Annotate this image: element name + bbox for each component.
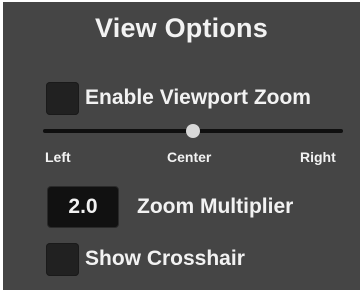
slider-label-right: Right xyxy=(300,149,336,165)
position-slider-thumb[interactable] xyxy=(186,124,200,138)
position-slider[interactable] xyxy=(43,124,343,138)
zoom-multiplier-label: Zoom Multiplier xyxy=(137,195,294,218)
panel-title: View Options xyxy=(95,13,268,43)
slider-label-center: Center xyxy=(167,149,212,165)
zoom-multiplier-input[interactable]: 2.0 xyxy=(47,186,119,228)
view-options-panel: View Options Enable Viewport Zoom Left C… xyxy=(3,2,360,290)
slider-label-left: Left xyxy=(45,149,71,165)
enable-viewport-zoom-label: Enable Viewport Zoom xyxy=(85,86,311,109)
enable-viewport-zoom-checkbox[interactable] xyxy=(46,82,79,115)
show-crosshair-checkbox[interactable] xyxy=(46,243,79,276)
show-crosshair-label: Show Crosshair xyxy=(85,247,245,270)
